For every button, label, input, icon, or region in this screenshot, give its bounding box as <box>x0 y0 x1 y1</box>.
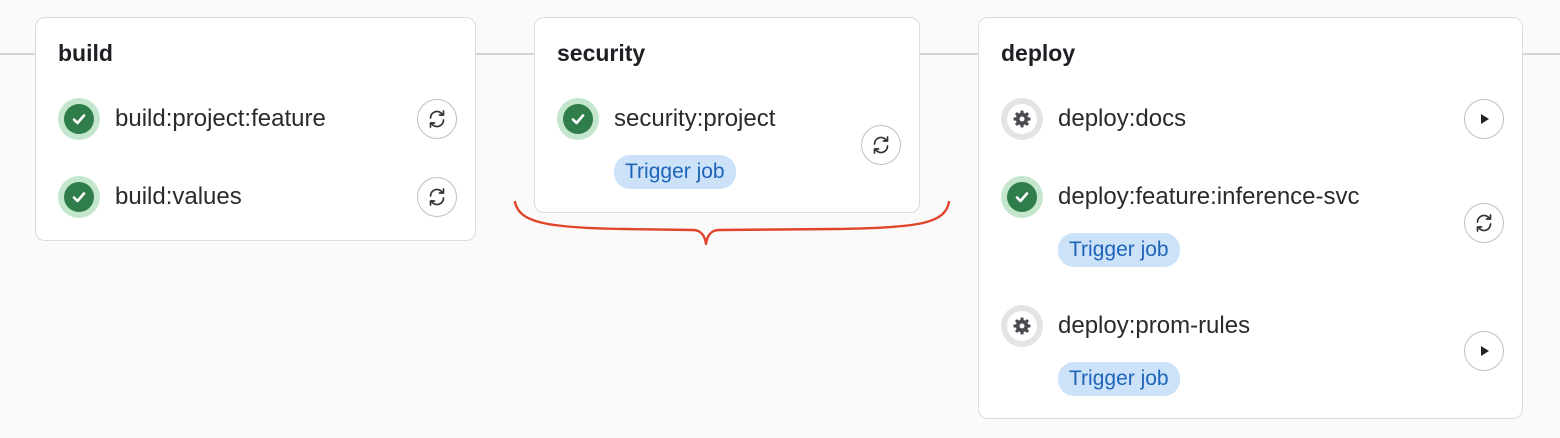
job-build-values[interactable]: build:values <box>58 176 457 218</box>
job-name: build:values <box>115 183 242 210</box>
stage-title: deploy <box>1001 40 1076 66</box>
retry-icon <box>1473 212 1495 234</box>
retry-icon <box>426 108 448 130</box>
job-deploy-prom-rules[interactable]: deploy:prom-rules Trigger job <box>1001 305 1504 400</box>
job-deploy-feature-inference-svc[interactable]: deploy:feature:inference-svc Trigger job <box>1001 176 1504 271</box>
retry-button[interactable] <box>417 99 457 139</box>
stage-security: security security:project Trigger job <box>534 17 920 213</box>
stage-build: build build:project:feature build:values <box>35 17 476 241</box>
gear-icon <box>1001 98 1043 140</box>
retry-button[interactable] <box>861 125 901 165</box>
stage-title: security <box>557 40 646 66</box>
trigger-job-badge: Trigger job <box>614 155 736 189</box>
check-circle-icon <box>1001 176 1043 218</box>
job-name: deploy:feature:inference-svc <box>1058 183 1360 210</box>
stage-title: build <box>58 40 113 66</box>
job-security-project[interactable]: security:project Trigger job <box>557 98 901 193</box>
job-deploy-docs[interactable]: deploy:docs <box>1001 98 1504 140</box>
gear-icon <box>1001 305 1043 347</box>
job-name: build:project:feature <box>115 105 326 132</box>
job-build-project-feature[interactable]: build:project:feature <box>58 98 457 140</box>
stage-deploy: deploy deploy:docs deploy:feature:infere… <box>978 17 1523 419</box>
play-button[interactable] <box>1464 331 1504 371</box>
pipeline-connector-left <box>0 53 36 55</box>
job-name: security:project <box>614 105 776 132</box>
retry-icon <box>870 134 892 156</box>
job-name: deploy:docs <box>1058 105 1187 132</box>
job-name: deploy:prom-rules <box>1058 312 1251 339</box>
trigger-job-badge: Trigger job <box>1058 233 1180 267</box>
retry-button[interactable] <box>1464 203 1504 243</box>
retry-icon <box>426 186 448 208</box>
pipeline-connector-right <box>1522 53 1560 55</box>
check-circle-icon <box>58 176 100 218</box>
red-brace-annotation <box>513 200 951 246</box>
pipeline-connector-security-deploy <box>919 53 979 55</box>
retry-button[interactable] <box>417 177 457 217</box>
play-button[interactable] <box>1464 99 1504 139</box>
trigger-job-badge: Trigger job <box>1058 362 1180 396</box>
play-icon <box>1476 111 1492 127</box>
check-circle-icon <box>557 98 599 140</box>
pipeline-connector-build-security <box>475 53 535 55</box>
play-icon <box>1476 343 1492 359</box>
check-circle-icon <box>58 98 100 140</box>
